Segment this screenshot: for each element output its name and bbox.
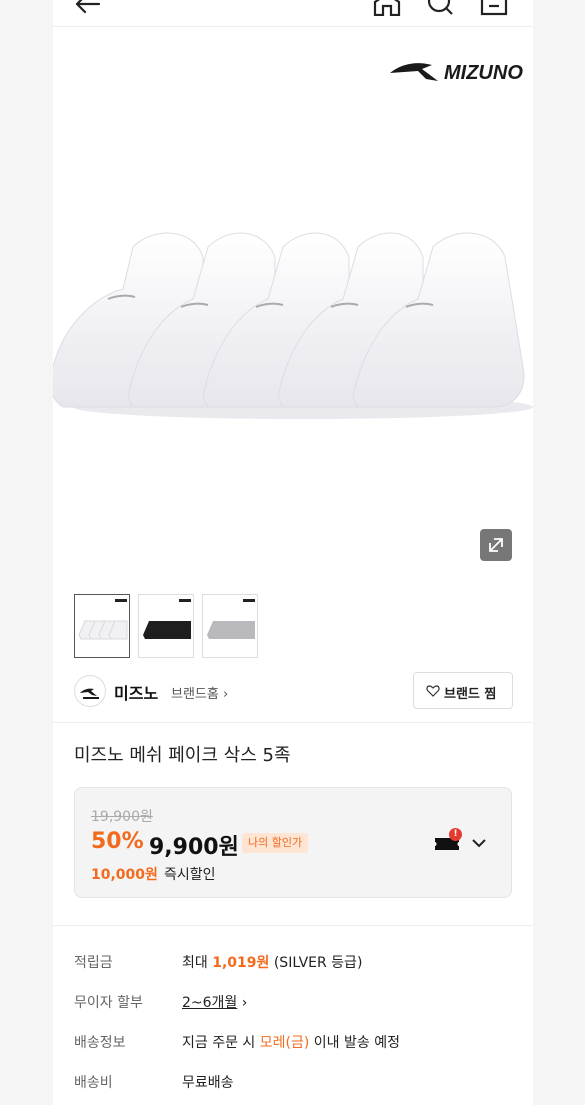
shipping-prefix: 지금 주문 시 [182,1035,260,1051]
brand-row: 미즈노 브랜드홈 › 브랜드 찜 [74,672,514,710]
instant-discount-amount: 10,000원 [91,867,158,883]
coupon-alert-badge: ! [449,828,462,841]
divider [53,722,533,723]
thumbnail-black[interactable] [138,594,194,658]
points-suffix: (SILVER 등급) [269,955,363,971]
instant-discount-label: 즉시할인 [164,867,216,883]
chevron-right-icon: › [241,995,248,1011]
points-label: 적립금 [74,955,113,971]
shipping-fee-value: 무료배송 [182,1075,234,1091]
brand-name[interactable]: 미즈노 [114,680,158,704]
installment-label: 무이자 할부 [74,995,143,1011]
top-navigation-bar [53,0,533,27]
shipping-label: 배송정보 [74,1035,126,1051]
arrow-left-icon[interactable] [73,0,103,16]
shopping-bag-icon[interactable] [479,0,509,16]
chevron-down-icon[interactable] [471,835,487,851]
divider [53,925,533,926]
thumbnail-gray[interactable] [202,594,258,658]
shipping-value: 지금 주문 시 모레(금) 이내 발송 예정 [182,1032,400,1052]
search-icon[interactable] [425,0,455,16]
brand-home-label: 브랜드홈 [171,687,219,702]
discount-rate: 50% [91,829,144,854]
points-prefix: 최대 [182,955,213,971]
brand-home-link[interactable]: 브랜드홈 › [171,683,228,702]
product-main-image[interactable]: MIZUNO [53,27,533,582]
installment-row: 무이자 할부 2~6개월 › [74,992,514,1012]
my-price-badge: 나의 할인가 [242,833,309,853]
original-price: 19,900원 [91,809,153,825]
points-amount: 1,019원 [212,955,270,971]
installment-link[interactable]: 2~6개월 › [182,992,247,1012]
final-price: 9,900원 [149,835,239,860]
mizuno-logo: MIZUNO [388,57,533,87]
brand-logo-text: MIZUNO [444,62,523,84]
brand-avatar[interactable] [74,675,106,707]
brand-favorite-label: 브랜드 찜 [444,687,497,702]
brand-favorite-button[interactable]: 브랜드 찜 [413,672,513,709]
points-row: 적립금 최대 1,019원 (SILVER 등급) [74,952,514,972]
heart-icon [426,685,440,697]
shipping-suffix: 이내 발송 예정 [309,1035,400,1051]
product-detail-page: MIZUNO 미즈노 브랜드홈 › 브랜드 찜 미즈노 메쉬 페이크 삭스 5족… [53,0,533,1105]
price-box: 19,900원 50% 9,900원 나의 할인가 10,000원 즉시할인 ! [74,787,512,898]
shipping-fee-label: 배송비 [74,1075,113,1091]
product-title: 미즈노 메쉬 페이크 삭스 5족 [74,745,291,766]
home-icon[interactable] [372,0,402,16]
chevron-right-icon: › [222,687,229,702]
expand-icon[interactable] [480,529,512,561]
shipping-date: 모레(금) [259,1035,310,1051]
shipping-row: 배송정보 지금 주문 시 모레(금) 이내 발송 예정 [74,1032,514,1052]
shipping-fee-row: 배송비 무료배송 [74,1072,514,1092]
sock-product-photo [53,232,533,419]
points-value: 최대 1,019원 (SILVER 등급) [182,952,362,972]
thumbnail-white[interactable] [74,594,130,658]
installment-value: 2~6개월 [182,995,238,1011]
